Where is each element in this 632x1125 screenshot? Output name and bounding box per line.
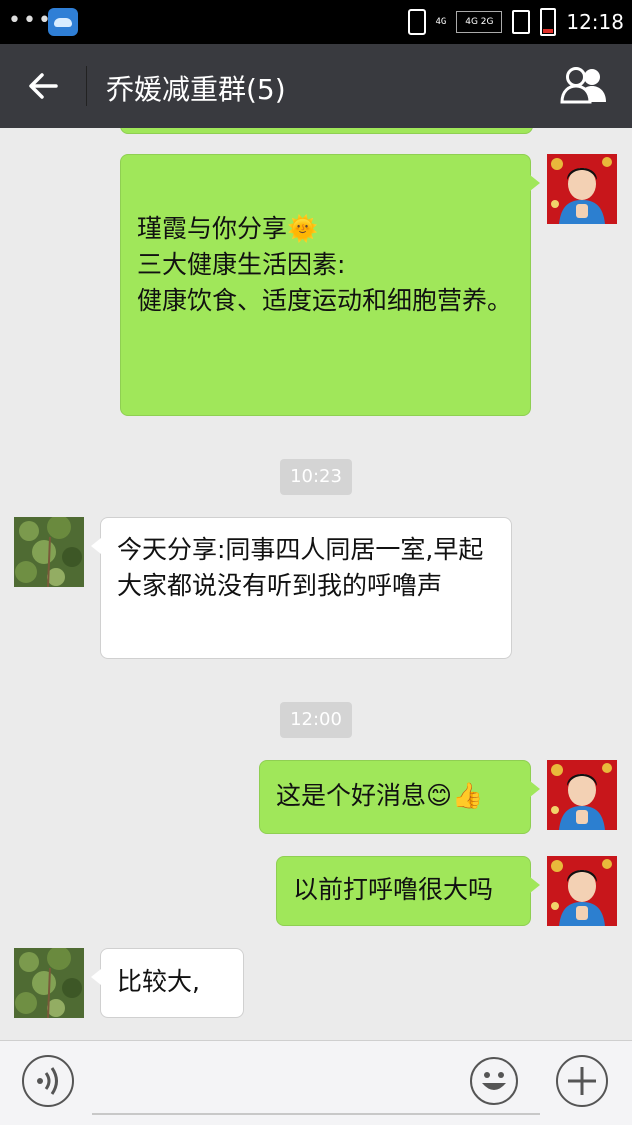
previous-message-bubble[interactable] — [120, 128, 533, 134]
voice-icon — [37, 1067, 58, 1095]
arrow-left-icon — [29, 73, 58, 99]
chat-header: 乔媛减重群(5) — [0, 44, 632, 128]
timestamp: 12:00 — [280, 702, 352, 738]
message-text: 以前打呼噜很大吗 — [293, 875, 494, 904]
message-text: 瑾霞与你分享🌞 三大健康生活因素: 健康饮食、适度运动和细胞营养。 — [137, 214, 513, 315]
signal-icon: 4G 2G — [456, 11, 503, 33]
avatar[interactable] — [14, 948, 84, 1018]
avatar[interactable] — [547, 760, 617, 830]
status-bar: ••• 4G 4G 2G 12:18 — [0, 0, 632, 44]
cloud-app-icon — [48, 8, 78, 36]
message-bubble-incoming[interactable]: 今天分享:同事四人同居一室,早起大家都说没有听到我的呼噜声 — [91, 517, 512, 659]
message-text: 这是个好消息😊👍 — [276, 781, 484, 810]
plus-icon — [568, 1067, 596, 1095]
sim-icon — [512, 10, 531, 34]
message-bubble-outgoing[interactable]: 以前打呼噜很大吗 — [276, 856, 540, 926]
input-bar — [0, 1040, 632, 1125]
timestamp: 10:23 — [280, 459, 352, 495]
avatar[interactable] — [547, 856, 617, 926]
network-type: 4G — [435, 17, 447, 27]
avatar[interactable] — [547, 154, 617, 224]
friend-avatar-photo — [14, 948, 84, 1018]
more-dots-icon: ••• — [8, 8, 53, 33]
status-time: 12:18 — [566, 10, 624, 34]
message-bubble-outgoing[interactable]: 瑾霞与你分享🌞 三大健康生活因素: 健康饮食、适度运动和细胞营养。 — [120, 154, 540, 416]
people-icon — [560, 67, 606, 104]
header-divider — [86, 66, 87, 106]
battery-icon — [540, 8, 557, 36]
status-icons: 4G 4G 2G 12:18 — [407, 6, 624, 38]
chat-area[interactable]: 瑾霞与你分享🌞 三大健康生活因素: 健康饮食、适度运动和细胞营养。 10:23 … — [0, 128, 632, 1040]
user-avatar-photo — [547, 856, 617, 926]
page-title: 乔媛减重群(5) — [106, 73, 286, 106]
more-options-button[interactable] — [556, 1055, 608, 1107]
avatar[interactable] — [14, 517, 84, 587]
phone-vibrate-icon — [407, 9, 426, 35]
message-text: 比较大, — [117, 967, 200, 996]
back-button[interactable] — [22, 64, 66, 108]
user-avatar-photo — [547, 760, 617, 830]
message-bubble-outgoing[interactable]: 这是个好消息😊👍 — [259, 760, 540, 834]
voice-button[interactable] — [22, 1055, 74, 1107]
user-avatar-photo — [547, 154, 617, 224]
message-text: 今天分享:同事四人同居一室,早起大家都说没有听到我的呼噜声 — [117, 535, 484, 600]
group-members-button[interactable] — [558, 64, 610, 108]
smiley-icon — [482, 1072, 506, 1090]
emoji-button[interactable] — [470, 1057, 518, 1105]
message-bubble-incoming[interactable]: 比较大, — [91, 948, 244, 1018]
friend-avatar-photo — [14, 517, 84, 587]
